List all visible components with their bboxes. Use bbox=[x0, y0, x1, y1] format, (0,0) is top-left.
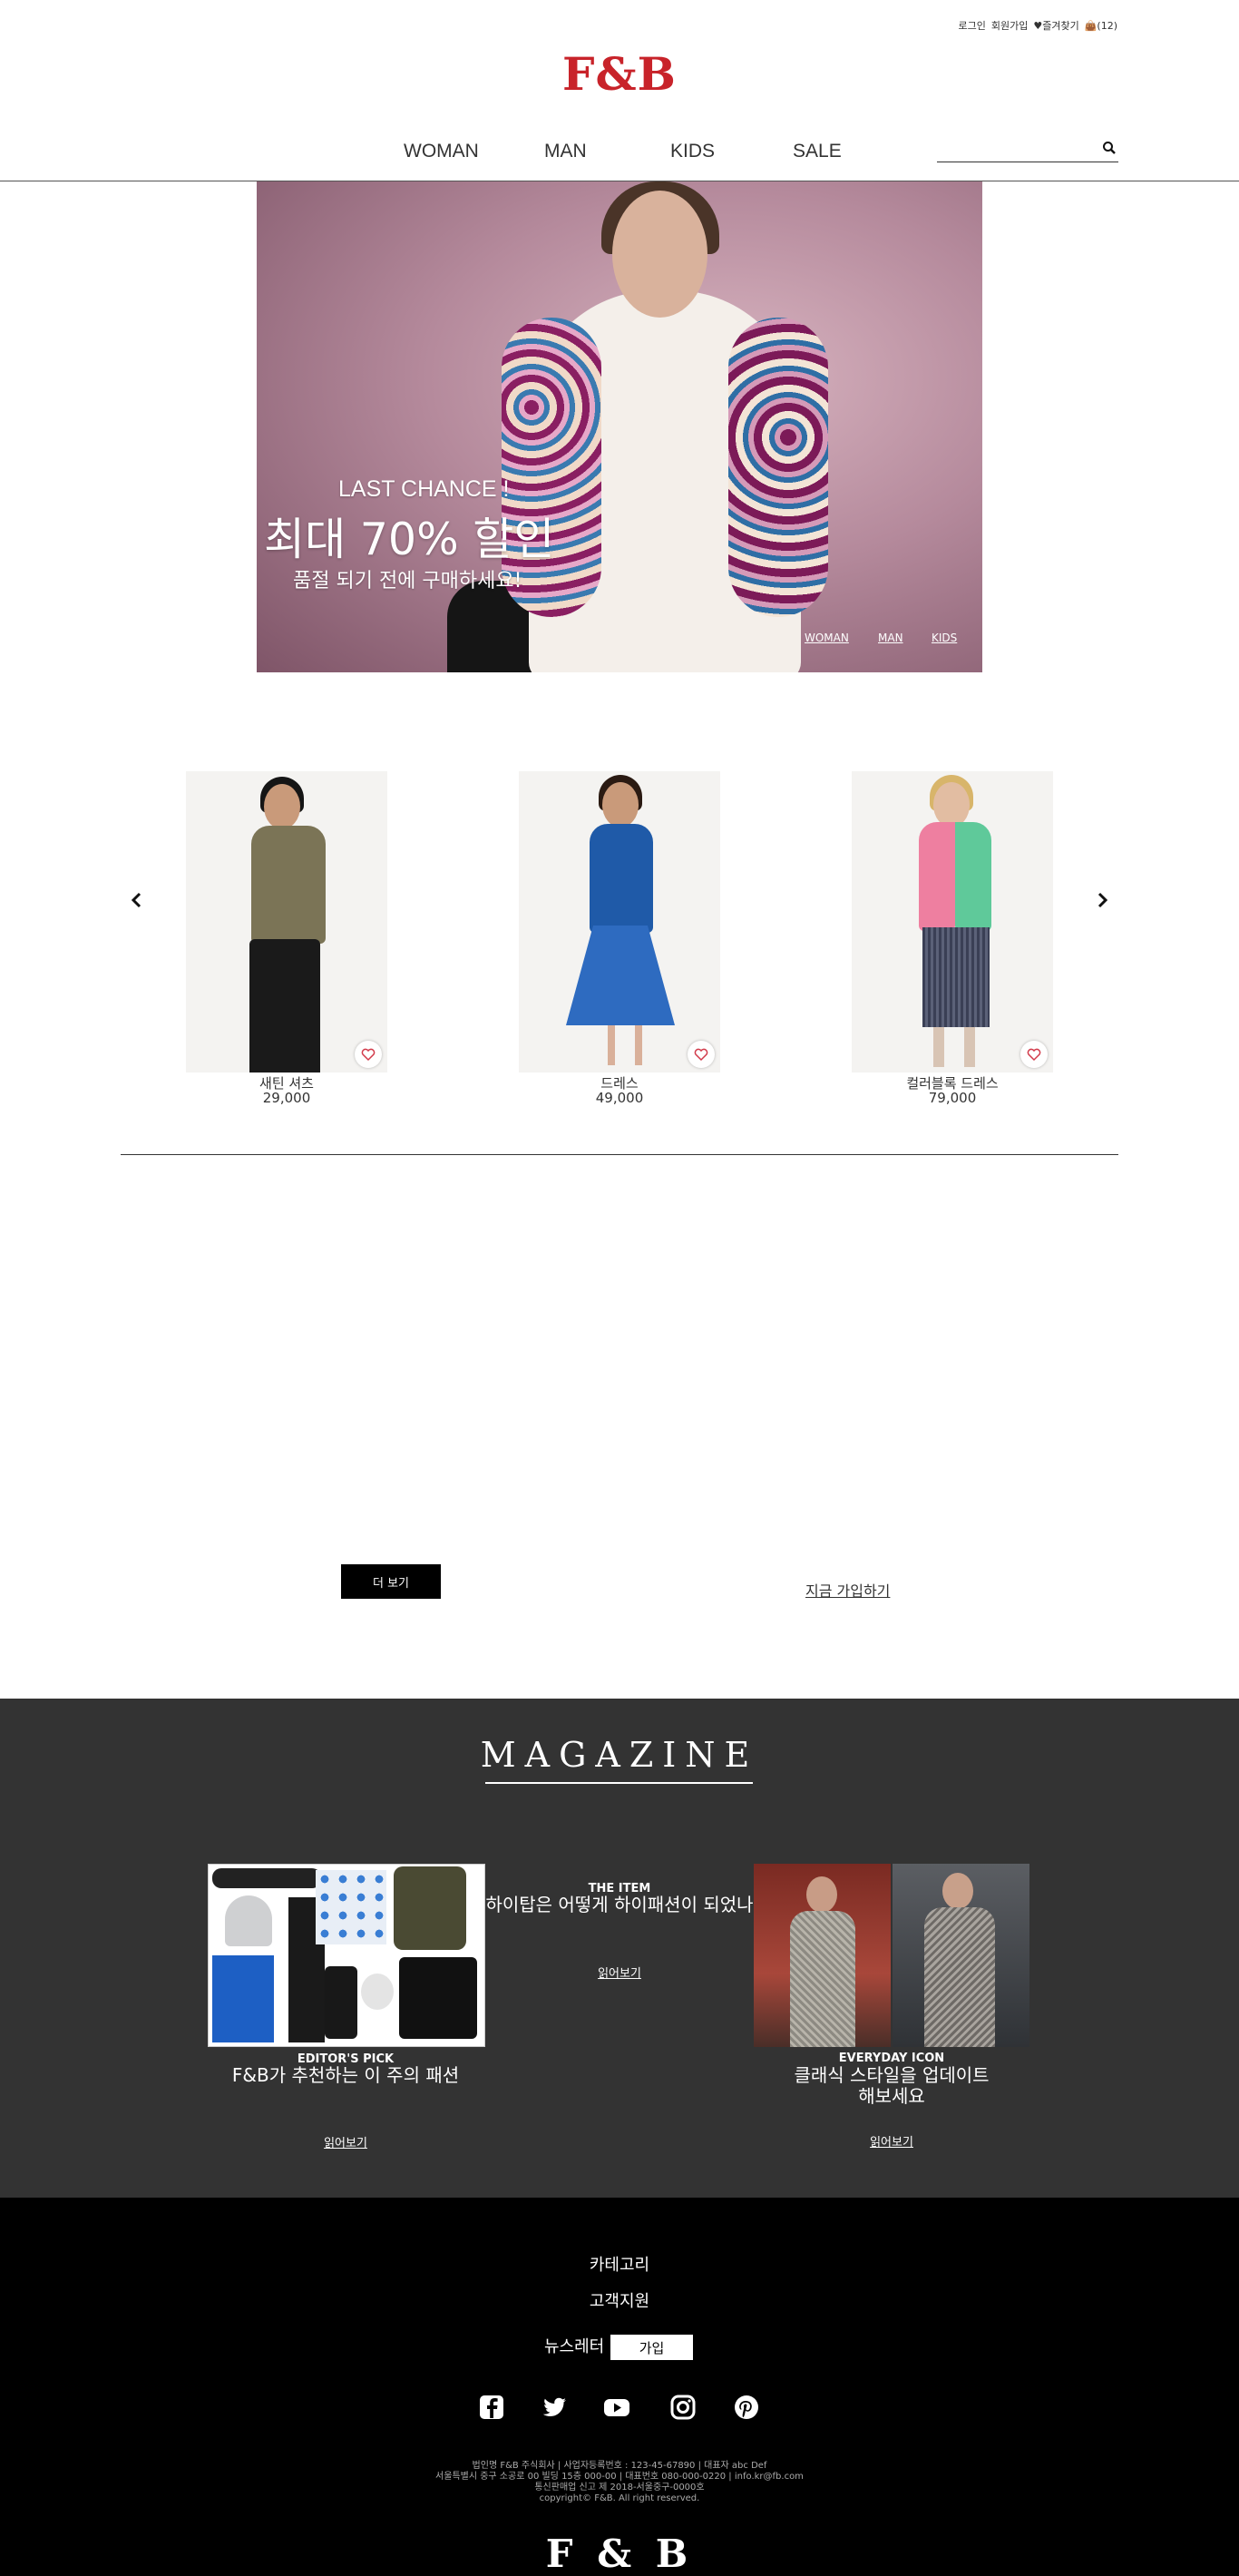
section-divider bbox=[121, 1154, 1118, 1155]
magazine-title: MAGAZINE bbox=[480, 1735, 759, 1775]
wishlist-heart-button[interactable] bbox=[355, 1041, 382, 1068]
chevron-left-icon[interactable] bbox=[126, 889, 148, 911]
wishlist-heart-button[interactable] bbox=[688, 1041, 715, 1068]
footer-support-link[interactable]: 고객지원 bbox=[0, 2288, 1239, 2312]
article-headline[interactable]: 클래식 스타일을 업데이트 해보세요 bbox=[726, 2065, 1058, 2107]
bag-icon: 👜 bbox=[1084, 19, 1098, 32]
heart-icon: ♥ bbox=[1033, 20, 1043, 32]
brand-logo[interactable]: F&B bbox=[0, 47, 1239, 101]
wishlist-heart-button[interactable] bbox=[1020, 1041, 1048, 1068]
heart-icon bbox=[361, 1048, 376, 1062]
login-link[interactable]: 로그인 bbox=[958, 18, 985, 33]
facebook-icon[interactable] bbox=[477, 2393, 506, 2422]
search-icon[interactable] bbox=[1102, 141, 1117, 155]
hero-model-sleeve bbox=[728, 318, 828, 617]
company-address-line: 서울특별시 중구 소공로 00 빌딩 15층 000-00 | 대표번호 080… bbox=[435, 2472, 804, 2482]
hero-link-woman[interactable]: WOMAN bbox=[805, 632, 849, 644]
article-headline[interactable]: 하이탑은 어떻게 하이패션이 되었나 bbox=[472, 1895, 767, 1915]
nav-kids[interactable]: KIDS bbox=[670, 141, 715, 162]
newsletter-label: 뉴스레터 bbox=[544, 2337, 605, 2356]
everyday-icon-image[interactable] bbox=[754, 1864, 1029, 2047]
read-more-link[interactable]: 읽어보기 bbox=[483, 1964, 756, 1981]
footer-logo[interactable]: F & B bbox=[0, 2532, 1239, 2576]
editors-pick-image[interactable] bbox=[208, 1864, 485, 2047]
signup-now-link[interactable]: 지금 가입하기 bbox=[805, 1579, 890, 1601]
heart-icon bbox=[1027, 1048, 1041, 1062]
youtube-icon[interactable] bbox=[602, 2393, 631, 2422]
magazine-title-underline bbox=[485, 1782, 753, 1784]
search-bar bbox=[937, 136, 1118, 162]
hero-description: 품절 되기 전에 구매하세요! bbox=[293, 570, 522, 593]
wishlist-link[interactable]: ♥즐겨찾기 bbox=[1033, 18, 1078, 33]
product-image[interactable] bbox=[852, 771, 1053, 1073]
nav-sale[interactable]: SALE bbox=[793, 141, 842, 162]
twitter-icon[interactable] bbox=[540, 2393, 569, 2422]
read-more-link[interactable]: 읽어보기 bbox=[208, 2133, 483, 2150]
magazine-section: MAGAZINE EDITOR'S PICK F&B가 추천하는 이 주의 패션… bbox=[0, 1699, 1239, 2198]
article-kicker: EVERYDAY ICON bbox=[838, 2052, 945, 2065]
read-more-link[interactable]: 읽어보기 bbox=[754, 2132, 1029, 2150]
company-info-line: 법인명 F&B 주식회사 | 사업자등록번호 : 123-45-67890 | … bbox=[472, 2461, 767, 2471]
hero-link-kids[interactable]: KIDS bbox=[932, 632, 957, 644]
business-license-line: 통신판매업 신고 제 2018-서울중구-0000호 bbox=[534, 2483, 705, 2493]
hero-banner[interactable]: LAST CHANCE ! 최대 70% 할인 품절 되기 전에 구매하세요! … bbox=[257, 181, 982, 672]
article-headline[interactable]: F&B가 추천하는 이 주의 패션 bbox=[181, 2065, 510, 2086]
chevron-right-icon[interactable] bbox=[1091, 889, 1113, 911]
instagram-icon[interactable] bbox=[668, 2393, 698, 2422]
product-price: 29,000 bbox=[262, 1090, 311, 1106]
pinterest-icon[interactable] bbox=[732, 2393, 761, 2422]
copyright-line: copyright© F&B. All right reserved. bbox=[539, 2493, 700, 2503]
newsletter-subscribe-button[interactable]: 가입 bbox=[610, 2335, 693, 2360]
hero-model-face bbox=[612, 191, 707, 318]
site-footer: 카테고리 고객지원 뉴스레터 가입 법인명 F&B 주식회사 | 사업자등록번호… bbox=[0, 2198, 1239, 2576]
nav-woman[interactable]: WOMAN bbox=[404, 141, 479, 162]
heart-icon bbox=[694, 1048, 708, 1062]
top-links: 로그인 회원가입 ♥즐겨찾기 👜(12) bbox=[958, 18, 1117, 33]
cart-link[interactable]: 👜(12) bbox=[1085, 20, 1117, 32]
more-button[interactable]: 더 보기 bbox=[341, 1564, 441, 1599]
hero-title: 최대 70% 할인 bbox=[264, 514, 555, 565]
footer-category-link[interactable]: 카테고리 bbox=[0, 2252, 1239, 2276]
nav-man[interactable]: MAN bbox=[544, 141, 587, 162]
signup-link-top[interactable]: 회원가입 bbox=[991, 18, 1028, 33]
hero-subtitle: LAST CHANCE ! bbox=[338, 476, 510, 502]
search-input[interactable] bbox=[937, 138, 1095, 160]
product-image[interactable] bbox=[186, 771, 387, 1073]
product-price: 79,000 bbox=[928, 1090, 977, 1106]
hero-link-man[interactable]: MAN bbox=[878, 632, 903, 644]
product-price: 49,000 bbox=[595, 1090, 644, 1106]
product-image[interactable] bbox=[519, 771, 720, 1073]
